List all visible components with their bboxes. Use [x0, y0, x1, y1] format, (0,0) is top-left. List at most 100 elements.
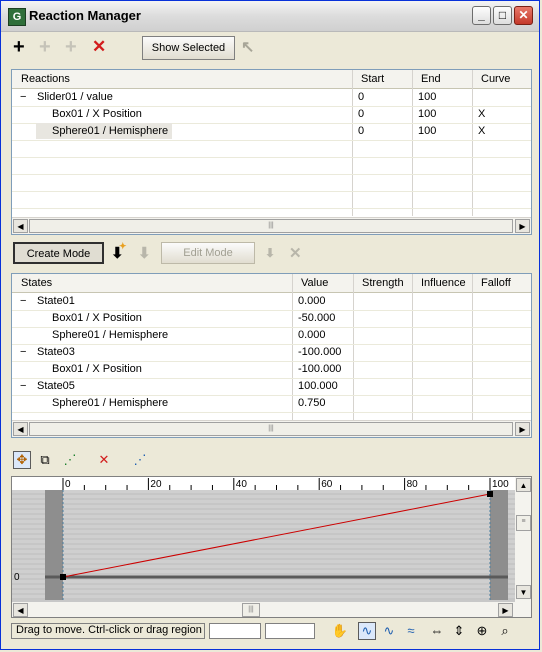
column-header-reactions[interactable]: Reactions	[21, 73, 70, 85]
title-bar[interactable]: G Reaction Manager _ □ ✕	[1, 1, 539, 32]
scale-keys-icon[interactable]: ⧉	[36, 451, 54, 469]
curve-editor[interactable]: 0 20 40 60 80 100 0 ▲ ≡ ▼ ◀ ||| ▶	[11, 476, 532, 618]
scroll-thumb[interactable]: |||	[29, 422, 513, 436]
state-value: -50.000	[298, 312, 336, 324]
column-header-curve[interactable]: Curve	[481, 73, 510, 85]
status-message: Drag to move. Ctrl-click or drag region	[11, 623, 205, 639]
column-header-strength[interactable]: Strength	[362, 277, 404, 289]
scroll-up-arrow-icon[interactable]: ▲	[516, 478, 531, 492]
range-start-band	[45, 490, 63, 600]
delete-key-icon[interactable]: ✕	[95, 451, 113, 469]
minimize-button[interactable]: _	[472, 6, 491, 25]
collapse-toggle[interactable]: −	[20, 380, 26, 392]
curve-key-end[interactable]	[487, 491, 493, 497]
edit-mode-button[interactable]: Edit Mode	[161, 242, 255, 264]
reactions-list[interactable]: Reactions Start End Curve − Slider01 / v…	[11, 69, 532, 235]
collapse-toggle[interactable]: −	[20, 346, 26, 358]
zoom-region-icon[interactable]: ⌕	[496, 622, 514, 640]
frame-values-icon[interactable]: ≈	[402, 622, 420, 640]
table-row[interactable]: Box01 / X Position -100.000	[12, 361, 531, 379]
scroll-right-arrow-icon[interactable]: ▶	[515, 219, 530, 233]
reaction-name: Box01 / X Position	[52, 108, 142, 120]
state-name: Box01 / X Position	[52, 363, 142, 375]
column-header-start[interactable]: Start	[361, 73, 384, 85]
state-name: State03	[37, 346, 75, 358]
pick-cursor-icon[interactable]: ↖	[241, 37, 254, 57]
status-bar: Drag to move. Ctrl-click or drag region …	[11, 621, 532, 641]
add-slave-icon[interactable]: +	[39, 36, 51, 59]
frame-all-curves-icon[interactable]: ∿	[358, 622, 376, 640]
state-name: State01	[37, 295, 75, 307]
create-mode-button[interactable]: Create Mode	[13, 242, 104, 264]
scroll-down-arrow-icon[interactable]: ▼	[516, 585, 531, 599]
table-row[interactable]: Box01 / X Position -50.000	[12, 310, 531, 328]
zoom-icon[interactable]: ⊕	[473, 622, 491, 640]
table-row[interactable]: Sphere01 / Hemisphere 0.750	[12, 395, 531, 413]
pan-hand-icon[interactable]: ✋	[331, 622, 349, 640]
state-value: 0.000	[298, 329, 326, 341]
reaction-name: Sphere01 / Hemisphere	[52, 125, 169, 137]
delete-state-icon[interactable]: ✕	[289, 244, 302, 262]
state-name: Sphere01 / Hemisphere	[52, 329, 169, 341]
states-list[interactable]: States Value Strength Influence Falloff …	[11, 273, 532, 438]
append-state-icon[interactable]: ⬇	[138, 244, 151, 262]
ruler-label: 20	[150, 479, 162, 490]
vertical-scroll-thumb[interactable]: ≡	[516, 515, 531, 531]
curve-key-start[interactable]	[60, 574, 66, 580]
frame-field[interactable]	[209, 623, 261, 639]
ruler-label: 0	[65, 479, 71, 490]
close-button[interactable]: ✕	[514, 6, 533, 25]
reaction-curve: X	[478, 108, 486, 120]
scroll-left-arrow-icon[interactable]: ◀	[13, 219, 28, 233]
reaction-end: 100	[418, 108, 437, 120]
star-badge-icon: ✦	[119, 241, 127, 251]
collapse-toggle[interactable]: −	[20, 91, 26, 103]
scroll-right-arrow-icon[interactable]: ▶	[515, 422, 530, 436]
add-selected-icon[interactable]: +	[65, 36, 77, 59]
ruler-label: 100	[492, 479, 509, 490]
scroll-left-arrow-icon[interactable]: ◀	[13, 603, 28, 617]
table-row[interactable]: − State03 -100.000	[12, 344, 531, 362]
show-selected-button[interactable]: Show Selected	[142, 36, 235, 60]
window-title: Reaction Manager	[29, 8, 141, 23]
reactions-horizontal-scrollbar[interactable]: ◀ ||| ▶	[12, 217, 531, 234]
table-row[interactable]: − State05 100.000	[12, 378, 531, 396]
zoom-horizontal-icon[interactable]: ⇔	[428, 622, 446, 640]
zoom-vertical-icon[interactable]: ⇕	[450, 622, 468, 640]
frame-horizontal-icon[interactable]: ∿	[380, 622, 398, 640]
frame-ruler-background	[12, 477, 515, 490]
column-header-end[interactable]: End	[421, 73, 441, 85]
table-row[interactable]: − Slider01 / value 0 100	[12, 89, 531, 107]
y-zero-label: 0	[14, 572, 20, 583]
state-value: 0.750	[298, 397, 326, 409]
states-horizontal-scrollbar[interactable]: ◀ ||| ▶	[12, 420, 531, 437]
add-master-icon[interactable]: +	[13, 36, 25, 59]
set-state-icon[interactable]: ⬇	[265, 246, 275, 260]
delete-icon[interactable]: ✕	[92, 37, 106, 57]
scroll-left-arrow-icon[interactable]: ◀	[13, 422, 28, 436]
horizontal-scroll-thumb[interactable]: |||	[242, 603, 260, 617]
state-value: -100.000	[298, 363, 342, 375]
collapse-toggle[interactable]: −	[20, 295, 26, 307]
table-row[interactable]: Box01 / X Position 0 100 X	[12, 106, 531, 124]
ruler-label: 40	[236, 479, 248, 490]
curve-graph[interactable]: 0 20 40 60 80 100 0	[12, 477, 532, 618]
column-header-value[interactable]: Value	[301, 277, 328, 289]
table-row[interactable]: Sphere01 / Hemisphere 0.000	[12, 327, 531, 345]
column-header-states[interactable]: States	[21, 277, 52, 289]
reactions-toolbar: + + + ✕ Show Selected ↖	[1, 32, 539, 66]
insert-key-icon[interactable]: ⋰	[61, 451, 79, 469]
value-field[interactable]	[265, 623, 315, 639]
scroll-right-arrow-icon[interactable]: ▶	[498, 603, 513, 617]
reaction-end: 100	[418, 125, 437, 137]
reaction-start: 0	[358, 125, 365, 137]
column-header-falloff[interactable]: Falloff	[481, 277, 511, 289]
table-row[interactable]: − State01 0.000	[12, 293, 531, 311]
range-end-band	[490, 490, 508, 600]
table-row[interactable]: Sphere01 / Hemisphere 0 100 X	[12, 123, 531, 141]
move-keys-icon[interactable]: ✥	[13, 451, 31, 469]
add-key-icon[interactable]: ⋰	[131, 451, 149, 469]
column-header-influence[interactable]: Influence	[421, 277, 466, 289]
maximize-button[interactable]: □	[493, 6, 512, 25]
scroll-thumb[interactable]: |||	[29, 219, 513, 233]
